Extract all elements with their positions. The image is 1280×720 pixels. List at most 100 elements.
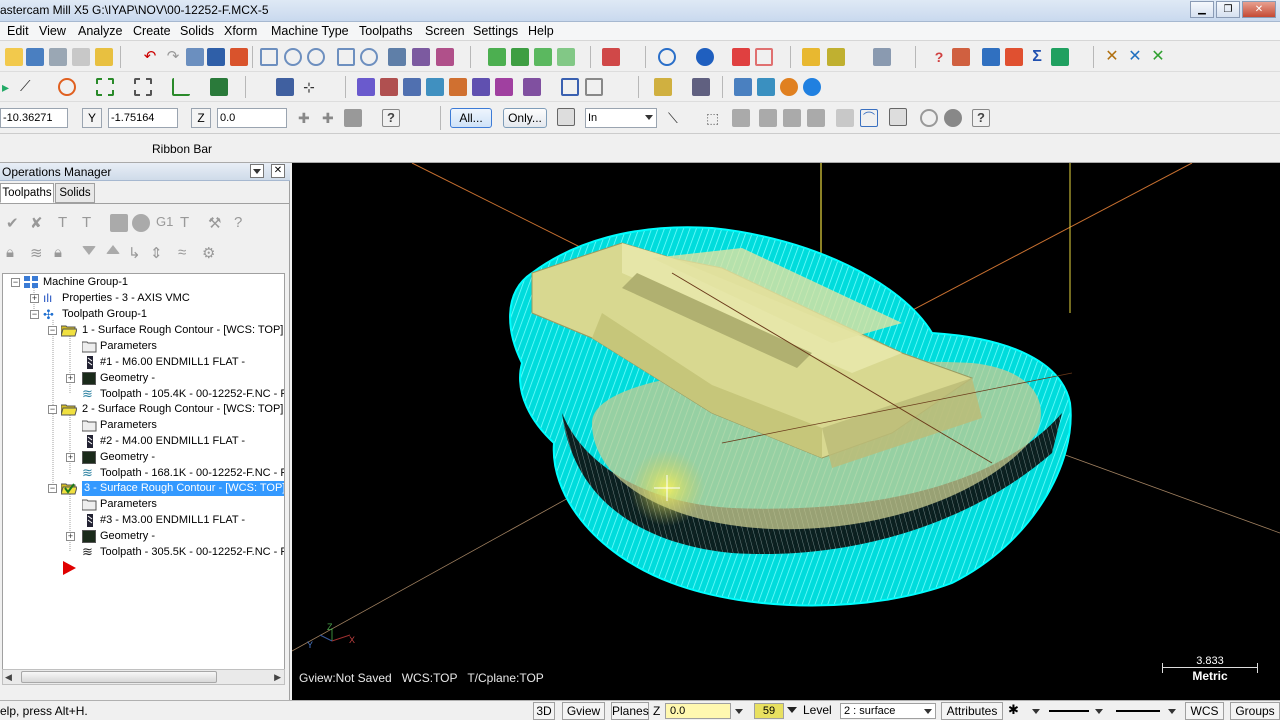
tab-toolpaths[interactable]: Toolpaths [0, 183, 54, 203]
lock-icon[interactable]: 🔒︎ [6, 244, 24, 262]
autocursor-help-icon[interactable]: ? [382, 109, 400, 127]
tree-operation-1[interactable]: 1 - Surface Rough Contour - [WCS: TOP] - [82, 323, 284, 338]
menu-create[interactable]: Create [133, 24, 171, 38]
grid-icon[interactable] [561, 78, 579, 96]
save-icon[interactable] [26, 48, 44, 66]
wireframe-icon[interactable] [755, 48, 773, 66]
menu-machine-type[interactable]: Machine Type [271, 24, 349, 38]
select-help-icon[interactable]: ? [972, 109, 990, 127]
z-depth-dropdown-icon[interactable] [735, 709, 743, 714]
collapse-machine-group[interactable]: − [11, 278, 20, 287]
expand-op2-geometry[interactable]: + [66, 453, 75, 462]
end-select-icon[interactable] [944, 109, 962, 127]
toolpath-filter-icon[interactable] [654, 78, 672, 96]
point-style-dropdown[interactable]: ✱ [1008, 703, 1044, 719]
groups-button[interactable]: Groups [1230, 702, 1280, 720]
color-dropdown-icon[interactable] [787, 707, 797, 713]
ops-manager-dropdown-button[interactable] [250, 164, 264, 178]
repaint-icon[interactable] [388, 48, 406, 66]
top-view-icon[interactable] [488, 48, 506, 66]
verify-ops-icon[interactable] [132, 214, 150, 232]
planes-button[interactable]: Planes [611, 702, 649, 720]
solid-icon[interactable] [210, 78, 228, 96]
chain-icon[interactable] [1005, 48, 1023, 66]
select-solid-icon[interactable] [759, 109, 777, 127]
verify-icon[interactable] [780, 78, 798, 96]
select-back-icon[interactable]: ⌒ [860, 109, 878, 127]
level-dropdown[interactable]: 2 : surface [840, 703, 936, 719]
graphics-viewport[interactable]: Y Z X Gview:Not Saved WCS:TOP T/Cplane:T… [292, 163, 1280, 700]
window-select-icon[interactable]: ⬚ [706, 109, 724, 127]
shading-icon[interactable] [696, 48, 714, 66]
tree-operation-3[interactable]: 3 - Surface Rough Contour - [WCS: TOP] [82, 481, 284, 496]
axes-blue-icon[interactable]: ✕ [1126, 48, 1144, 66]
menu-view[interactable]: View [39, 24, 66, 38]
print-icon[interactable] [49, 48, 67, 66]
post-ops-icon[interactable]: G1 [156, 214, 174, 232]
xform-offset-icon[interactable] [449, 78, 467, 96]
z-depth-input[interactable]: 0.0 [665, 703, 731, 719]
pan-icon[interactable] [207, 48, 225, 66]
zoom-selected-icon[interactable] [360, 48, 378, 66]
analyze-icon[interactable] [952, 48, 970, 66]
redo-icon[interactable]: ↷ [164, 48, 182, 66]
tree-properties[interactable]: Properties - 3 - AXIS VMC [62, 291, 190, 306]
select-body-icon[interactable] [836, 109, 854, 127]
clear-select-icon[interactable] [920, 109, 938, 127]
toggle-post-icon[interactable]: 🔒︎ [54, 244, 72, 262]
verify-select-icon[interactable] [889, 108, 907, 126]
line-style-dropdown[interactable] [1045, 703, 1107, 719]
backplot-ops-icon[interactable] [110, 214, 128, 232]
ops-manager-close-button[interactable]: ✕ [271, 164, 285, 178]
xform-rotate-icon[interactable] [403, 78, 421, 96]
expand-properties[interactable]: + [30, 294, 39, 303]
level-button[interactable]: Level [803, 702, 839, 720]
expand-op1-geometry[interactable]: + [66, 374, 75, 383]
attributes-button[interactable]: Attributes [941, 702, 1003, 720]
stock-setup-icon[interactable] [734, 78, 752, 96]
menu-toolpaths[interactable]: Toolpaths [359, 24, 413, 38]
line-icon[interactable]: ⟋ [20, 78, 38, 96]
pencil-icon[interactable] [802, 48, 820, 66]
ops-help-icon[interactable]: ? [234, 214, 252, 232]
select-only-button[interactable]: Only... [503, 108, 547, 128]
menu-settings[interactable]: Settings [473, 24, 518, 38]
menu-analyze[interactable]: Analyze [78, 24, 122, 38]
display-gear-icon[interactable]: ⚙ [202, 244, 220, 262]
regenerate-icon[interactable]: T [58, 214, 76, 232]
axes-green-icon[interactable]: ✕ [1149, 48, 1167, 66]
zoom-window-icon[interactable] [260, 48, 278, 66]
globe-icon[interactable] [658, 48, 676, 66]
tree-op2-toolpath[interactable]: Toolpath - 168.1K - 00-12252-F.NC - P [100, 466, 284, 481]
collapse-toolpath-group[interactable]: − [30, 310, 39, 319]
undo-icon[interactable]: ↶ [141, 48, 159, 66]
3d-button[interactable]: 3D [533, 702, 555, 720]
x-coordinate-input[interactable]: -10.36271 [0, 108, 68, 128]
drag-icon[interactable] [585, 78, 603, 96]
cube-view-icon[interactable] [602, 48, 620, 66]
vector-select-icon[interactable]: ⟍ [668, 109, 686, 127]
tree-op1-tool[interactable]: #1 - M6.00 ENDMILL1 FLAT - [100, 355, 245, 370]
line-style-icon[interactable] [873, 48, 891, 66]
collapse-operation-3[interactable]: − [48, 484, 57, 493]
new-file-icon[interactable] [5, 48, 23, 66]
z-coordinate-input[interactable]: 0.0 [217, 108, 287, 128]
menu-xform[interactable]: Xform [224, 24, 257, 38]
y-coordinate-input[interactable]: -1.75164 [108, 108, 178, 128]
menu-solids[interactable]: Solids [180, 24, 214, 38]
rectangle-icon[interactable] [172, 78, 190, 96]
dimension-icon[interactable] [982, 48, 1000, 66]
tree-op3-geometry[interactable]: Geometry - [100, 529, 155, 544]
move-down-icon[interactable] [82, 246, 96, 255]
xform-project-icon[interactable] [472, 78, 490, 96]
xform-mirror-icon[interactable] [380, 78, 398, 96]
selection-mode-icon[interactable] [557, 108, 575, 126]
scroll-arrow-icon[interactable]: ⇕ [150, 244, 168, 262]
tab-solids[interactable]: Solids [55, 183, 95, 203]
minimize-button[interactable]: ▁ [1190, 1, 1214, 18]
toolpath-select-icon[interactable] [692, 78, 710, 96]
scroll-right-icon[interactable]: ▶ [274, 672, 281, 683]
select-all-ops-icon[interactable]: ✔ [6, 214, 24, 232]
filter-icon[interactable] [732, 109, 750, 127]
rotate-icon[interactable] [436, 48, 454, 66]
